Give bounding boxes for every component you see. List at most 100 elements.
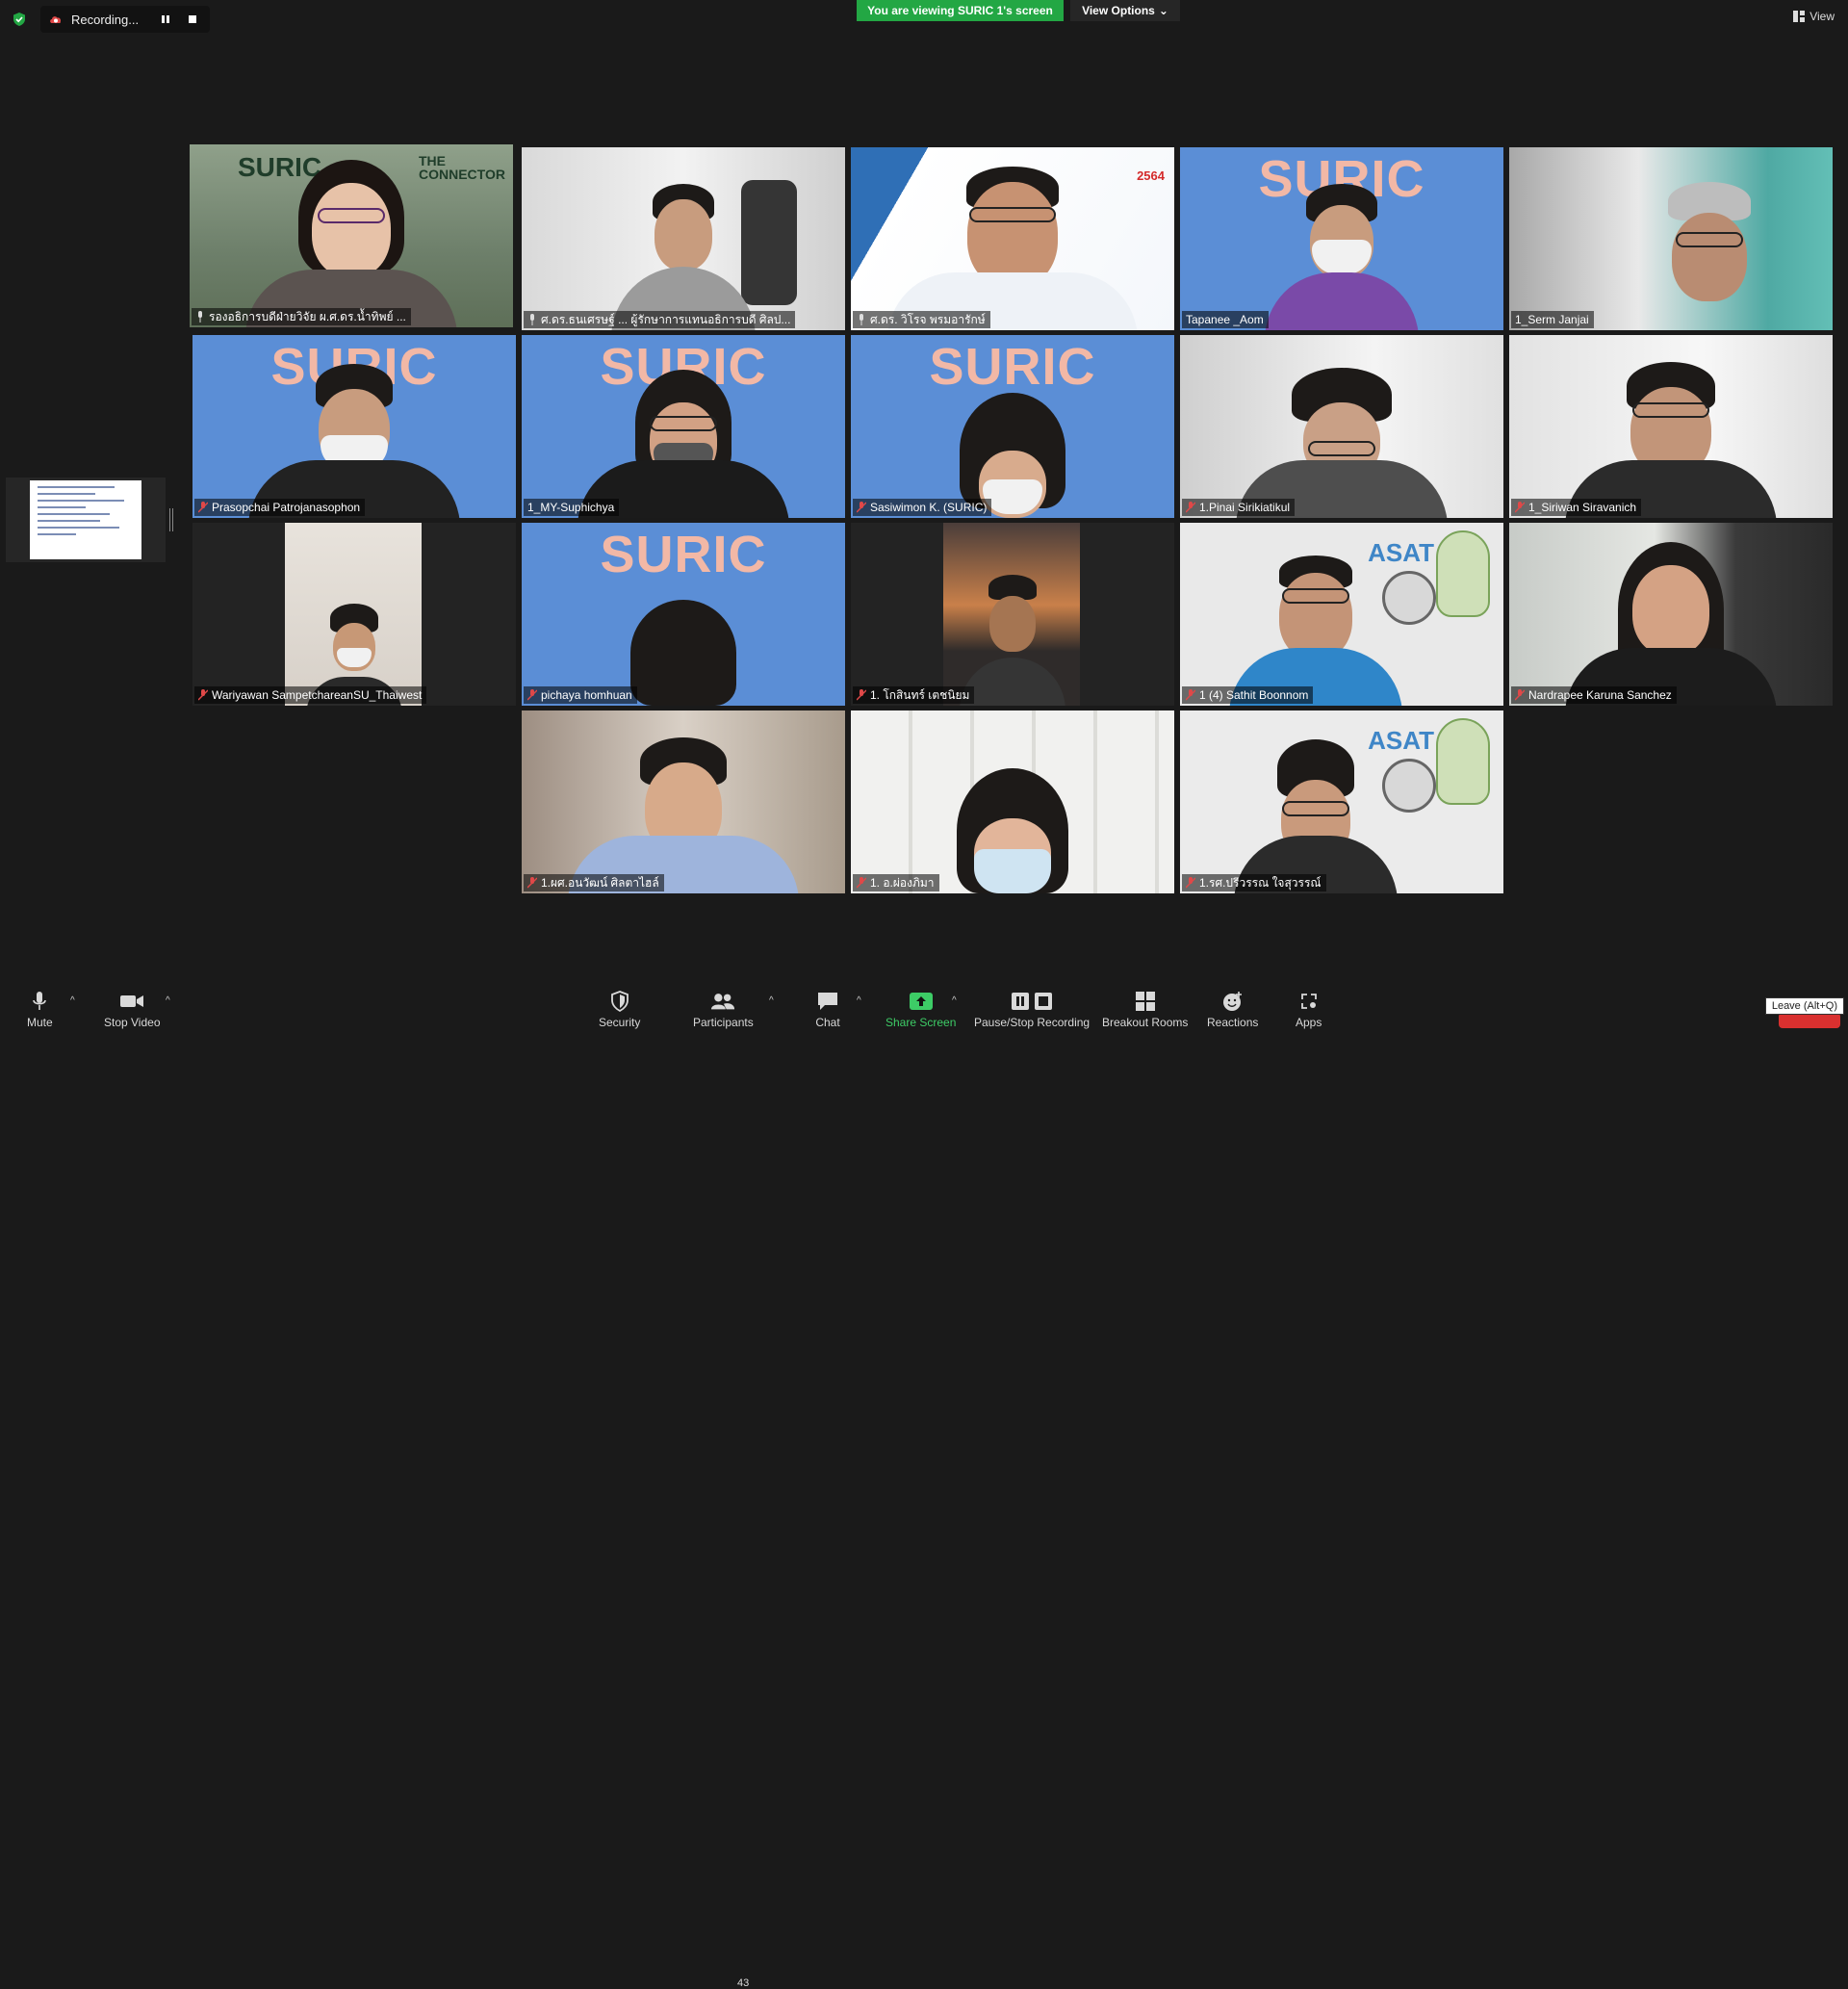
recording-indicator: Recording... [40,6,210,33]
participant-name-tag: 1_Siriwan Siravanich [1511,499,1642,516]
view-button[interactable]: View [1793,10,1835,23]
muted-mic-icon [1186,877,1195,889]
video-tile[interactable]: 2564 ศ.ดร. วิโรจ พรมอารักษ์ [851,147,1174,330]
muted-mic-icon [198,689,208,701]
viewing-screen-banner: You are viewing SURIC 1's screen [857,0,1064,21]
video-tile[interactable]: ศ.ดร.ธนเศรษฐ์ ... ผู้รักษาการแทนอธิการบด… [522,147,845,330]
asat-mascot [1436,718,1490,805]
participant-name-tag: Nardrapee Karuna Sanchez [1511,686,1677,704]
participant-name-tag: Prasopchai Patrojanasophon [194,499,366,516]
muted-mic-icon [857,877,866,889]
participant-name-tag: 1.ผศ.อนวัฒน์ ศิลตาไฮล์ [524,874,664,891]
video-tile[interactable]: Nardrapee Karuna Sanchez [1509,523,1833,706]
pause-stop-recording-button[interactable]: Pause/Stop Recording [974,990,1090,1029]
participant-name-tag: Sasiwimon K. (SURIC) [853,499,992,516]
leave-button[interactable] [1779,1013,1840,1028]
view-label: View [1810,10,1835,23]
asat-mascot [1436,530,1490,617]
apps-button[interactable]: Apps [1296,990,1322,1029]
participant-name-tag: 1.รศ.ปรีวรรณ ใจสุวรรณ์ [1182,874,1326,891]
thumbnail-resize-handle[interactable] [169,508,173,531]
recording-label: Recording... [71,12,140,27]
participants-count: 43 [737,1977,750,1989]
video-tile[interactable]: SURIC Sasiwimon K. (SURIC) [851,335,1174,518]
pause-recording-button[interactable] [156,10,175,29]
video-tile[interactable]: SURIC Tapanee _Aom [1180,147,1503,330]
video-tile[interactable]: SURIC 1_MY-Suphichya [522,335,845,518]
video-camera-icon [119,990,144,1013]
participant-name-tag: 1 (4) Sathit Boonnom [1182,686,1314,704]
muted-mic-icon [527,877,537,889]
video-tile[interactable]: SURIC THE CONNECTOR รองอธิการบดีฝ่ายวิจั… [190,144,513,327]
security-button[interactable]: Security [599,990,640,1029]
suric-logo: SURIC [600,526,767,583]
participant-name-tag: Tapanee _Aom [1182,311,1269,328]
participant-name-tag: 1_Serm Janjai [1511,311,1594,328]
leave-tooltip: Leave (Alt+Q) [1764,997,1844,1015]
stop-video-button[interactable]: Stop Video [104,990,161,1029]
mute-button[interactable]: Mute [27,990,53,1029]
video-tile[interactable]: 1. โกสินทร์ เตชนิยม [851,523,1174,706]
apps-icon [1296,990,1322,1013]
participants-button[interactable]: Participants [693,990,754,1029]
video-tile[interactable]: SURIC pichaya homhuan [522,523,845,706]
muted-mic-icon [1186,689,1195,701]
meeting-top-bar: Recording... You are viewing SURIC 1's s… [0,0,1848,39]
asat-logo: ASAT [1368,726,1434,755]
suric-logo: SURIC [929,338,1096,396]
reactions-button[interactable]: Reactions [1207,990,1258,1029]
share-screen-button[interactable]: Share Screen [886,990,956,1029]
video-tile[interactable]: SURIC Prasopchai Patrojanasophon [192,335,516,518]
muted-mic-icon [857,689,866,701]
participant-name-tag: 1. โกสินทร์ เตชนิยม [853,686,975,704]
stop-recording-button[interactable] [183,10,202,29]
breakout-rooms-button[interactable]: Breakout Rooms [1102,990,1188,1029]
video-tile[interactable]: 1.ผศ.อนวัฒน์ ศิลตาไฮล์ [522,710,845,893]
participant-name-tag: รองอธิการบดีฝ่ายวิจัย ผ.ศ.ดร.น้ำทิพย์ ..… [192,308,411,325]
shared-screen-thumbnail[interactable] [6,478,166,562]
chat-options-caret[interactable]: ^ [857,995,861,1006]
pause-icon [162,15,169,23]
stop-icon [189,15,196,23]
video-tile[interactable]: 1_Serm Janjai [1509,147,1833,330]
participant-name-tag: pichaya homhuan [524,686,637,704]
view-options-button[interactable]: View Options ⌄ [1070,0,1180,21]
participant-name-tag: 1.Pinai Sirikiatikul [1182,499,1296,516]
breakout-rooms-icon [1133,990,1158,1013]
muted-mic-icon [527,689,537,701]
participant-name-tag: 1. อ.ผ่องภิมา [853,874,939,891]
shield-icon[interactable] [12,12,27,27]
video-tile[interactable]: 1. อ.ผ่องภิมา [851,710,1174,893]
meeting-toolbar: Mute ^ Stop Video ^ Security Participant… [0,982,1848,1989]
muted-mic-icon [1515,502,1525,513]
participant-name-tag: ศ.ดร.ธนเศรษฐ์ ... ผู้รักษาการแทนอธิการบด… [524,311,796,328]
video-tile[interactable]: 1.Pinai Sirikiatikul [1180,335,1503,518]
asat-logo: ASAT [1368,538,1434,567]
microphone-icon [27,990,52,1013]
participant-name-tag: Wariyawan SampetchareanSU_Thaiwest [194,686,427,704]
asat-seal [1382,571,1436,625]
muted-mic-icon [1186,502,1195,513]
muted-mic-icon [198,502,208,513]
pause-stop-icon [1009,990,1055,1013]
shield-icon [607,990,632,1013]
chevron-down-icon: ⌄ [1158,4,1168,17]
muted-mic-icon [1515,689,1525,701]
pin-icon [530,314,534,325]
video-tile[interactable]: 1_Siriwan Siravanich [1509,335,1833,518]
chat-button[interactable]: Chat [815,990,840,1029]
share-screen-icon [909,990,934,1013]
video-options-caret[interactable]: ^ [166,995,170,1006]
participants-icon [710,990,735,1013]
video-tile[interactable]: ASAT 1.รศ.ปรีวรรณ ใจสุวรรณ์ [1180,710,1503,893]
smiley-plus-icon [1220,990,1245,1013]
share-options-caret[interactable]: ^ [952,995,957,1006]
view-options-label: View Options [1082,4,1155,17]
participants-options-caret[interactable]: ^ [769,995,774,1006]
participant-name-tag: ศ.ดร. วิโรจ พรมอารักษ์ [853,311,990,328]
audio-options-caret[interactable]: ^ [70,995,75,1006]
grid-view-icon [1793,11,1806,22]
video-tile[interactable]: Wariyawan SampetchareanSU_Thaiwest [192,523,516,706]
participant-name-tag: 1_MY-Suphichya [524,499,620,516]
video-tile[interactable]: ASAT 1 (4) Sathit Boonnom [1180,523,1503,706]
